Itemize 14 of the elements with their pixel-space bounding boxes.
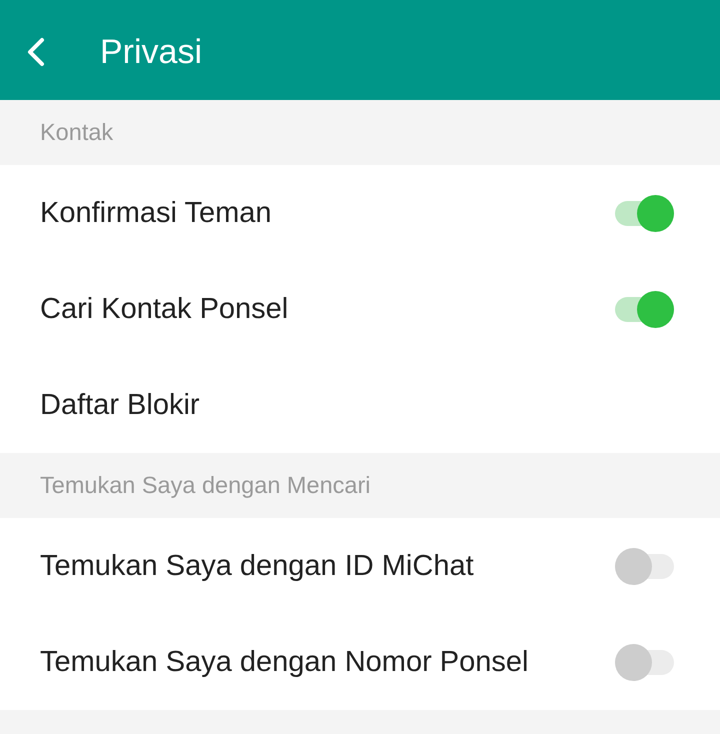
section-header: Kontak [40,120,114,144]
setting-label: Temukan Saya dengan ID MiChat [40,552,474,580]
toggle-switch[interactable] [615,290,674,328]
section-header: Temukan Saya dengan Mencari [40,474,371,498]
back-icon [26,37,46,67]
toggle-switch[interactable] [615,548,674,584]
setting-label[interactable]: Daftar Blokir [40,390,200,420]
setting-label: Cari Kontak Ponsel [40,294,288,324]
setting-label: Konfirmasi Teman [40,198,272,228]
toggle-switch[interactable] [615,194,674,232]
toggle-switch[interactable] [615,644,674,680]
setting-label: Temukan Saya dengan Nomor Ponsel [40,648,528,676]
back-button[interactable] [26,37,46,67]
page-title: Privasi [100,35,202,69]
